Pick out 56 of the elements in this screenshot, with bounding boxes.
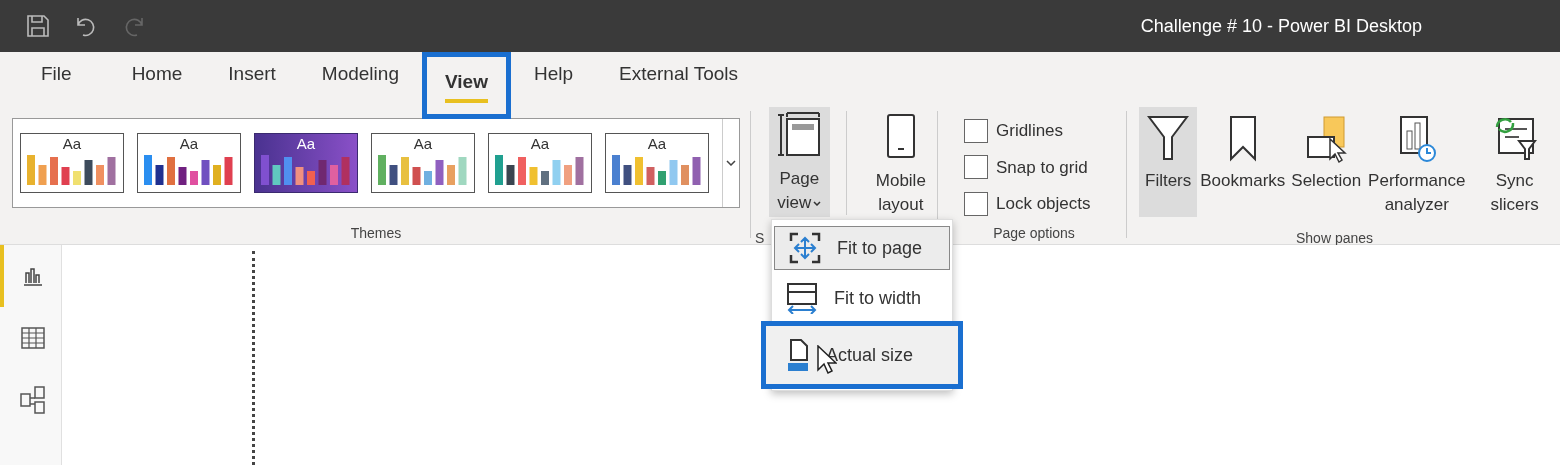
fit-width-icon (786, 282, 818, 314)
theme-thumbnail[interactable]: Aa (488, 133, 592, 193)
group-label: Themes (349, 224, 403, 243)
group-label: S (755, 229, 765, 248)
report-icon (21, 265, 44, 287)
theme-thumbnail[interactable]: Aa (20, 133, 124, 193)
bar-chart-icon (610, 153, 704, 185)
mobile-layout-button[interactable]: Mobile layout (864, 109, 937, 217)
phone-icon (885, 113, 916, 159)
selection-icon (1304, 113, 1349, 165)
bar-chart-icon (25, 153, 119, 185)
theme-label: Aa (529, 135, 551, 153)
page-view-icon (777, 111, 822, 157)
theme-label: Aa (412, 135, 434, 153)
checkbox[interactable] (964, 118, 988, 143)
group-label: Show panes (1294, 229, 1375, 248)
chevron-down-icon (726, 160, 736, 166)
ribbon-tab[interactable]: File (18, 52, 95, 102)
checkbox[interactable] (964, 191, 988, 216)
theme-label: Aa (295, 135, 317, 153)
ribbon-tab[interactable]: Modeling (298, 52, 422, 102)
save-icon[interactable] (26, 14, 50, 38)
theme-thumbnail[interactable]: Aa (371, 133, 475, 193)
checkbox-option[interactable]: Lock objects (964, 191, 1126, 217)
group-label: Page options (992, 224, 1076, 243)
model-icon (19, 386, 46, 414)
ribbon-tab[interactable]: Insert (205, 52, 299, 102)
pane-button[interactable]: Filters (1139, 107, 1198, 217)
theme-label: Aa (646, 135, 668, 153)
theme-label: Aa (178, 135, 200, 153)
theme-label: Aa (61, 135, 83, 153)
caret-icon (813, 201, 822, 206)
pane-button[interactable]: Performance analyzer (1364, 107, 1470, 217)
theme-thumbnail[interactable]: Aa (137, 133, 241, 193)
bar-chart-icon (376, 153, 470, 185)
actual-size-icon (786, 338, 810, 372)
checkbox[interactable] (964, 155, 988, 180)
pane-button[interactable]: Selection (1288, 107, 1365, 217)
table-icon (20, 327, 45, 349)
window-title: Challenge # 10 - Power BI Desktop (1140, 14, 1422, 38)
checkbox-option[interactable]: Snap to grid (964, 154, 1126, 180)
checkbox-option[interactable]: Gridlines (964, 118, 1126, 144)
menu-item[interactable]: Fit to width (772, 276, 952, 320)
bar-chart-icon (259, 153, 353, 185)
theme-thumbnail[interactable]: Aa (605, 133, 709, 193)
pane-button[interactable]: Bookmarks (1197, 107, 1289, 217)
page-view-button[interactable]: Page view (769, 107, 830, 217)
fit-page-icon (789, 232, 821, 264)
theme-thumbnail[interactable]: Aa (254, 133, 358, 193)
pane-button[interactable]: Sync slicers (1469, 107, 1560, 217)
bar-chart-icon (142, 153, 236, 185)
ribbon-tab[interactable]: Help (510, 52, 596, 102)
ribbon-tab[interactable]: External Tools (596, 52, 761, 102)
menu-item[interactable]: Fit to page (774, 226, 950, 270)
bar-chart-icon (493, 153, 587, 185)
ribbon-tab[interactable]: Home (108, 52, 206, 102)
